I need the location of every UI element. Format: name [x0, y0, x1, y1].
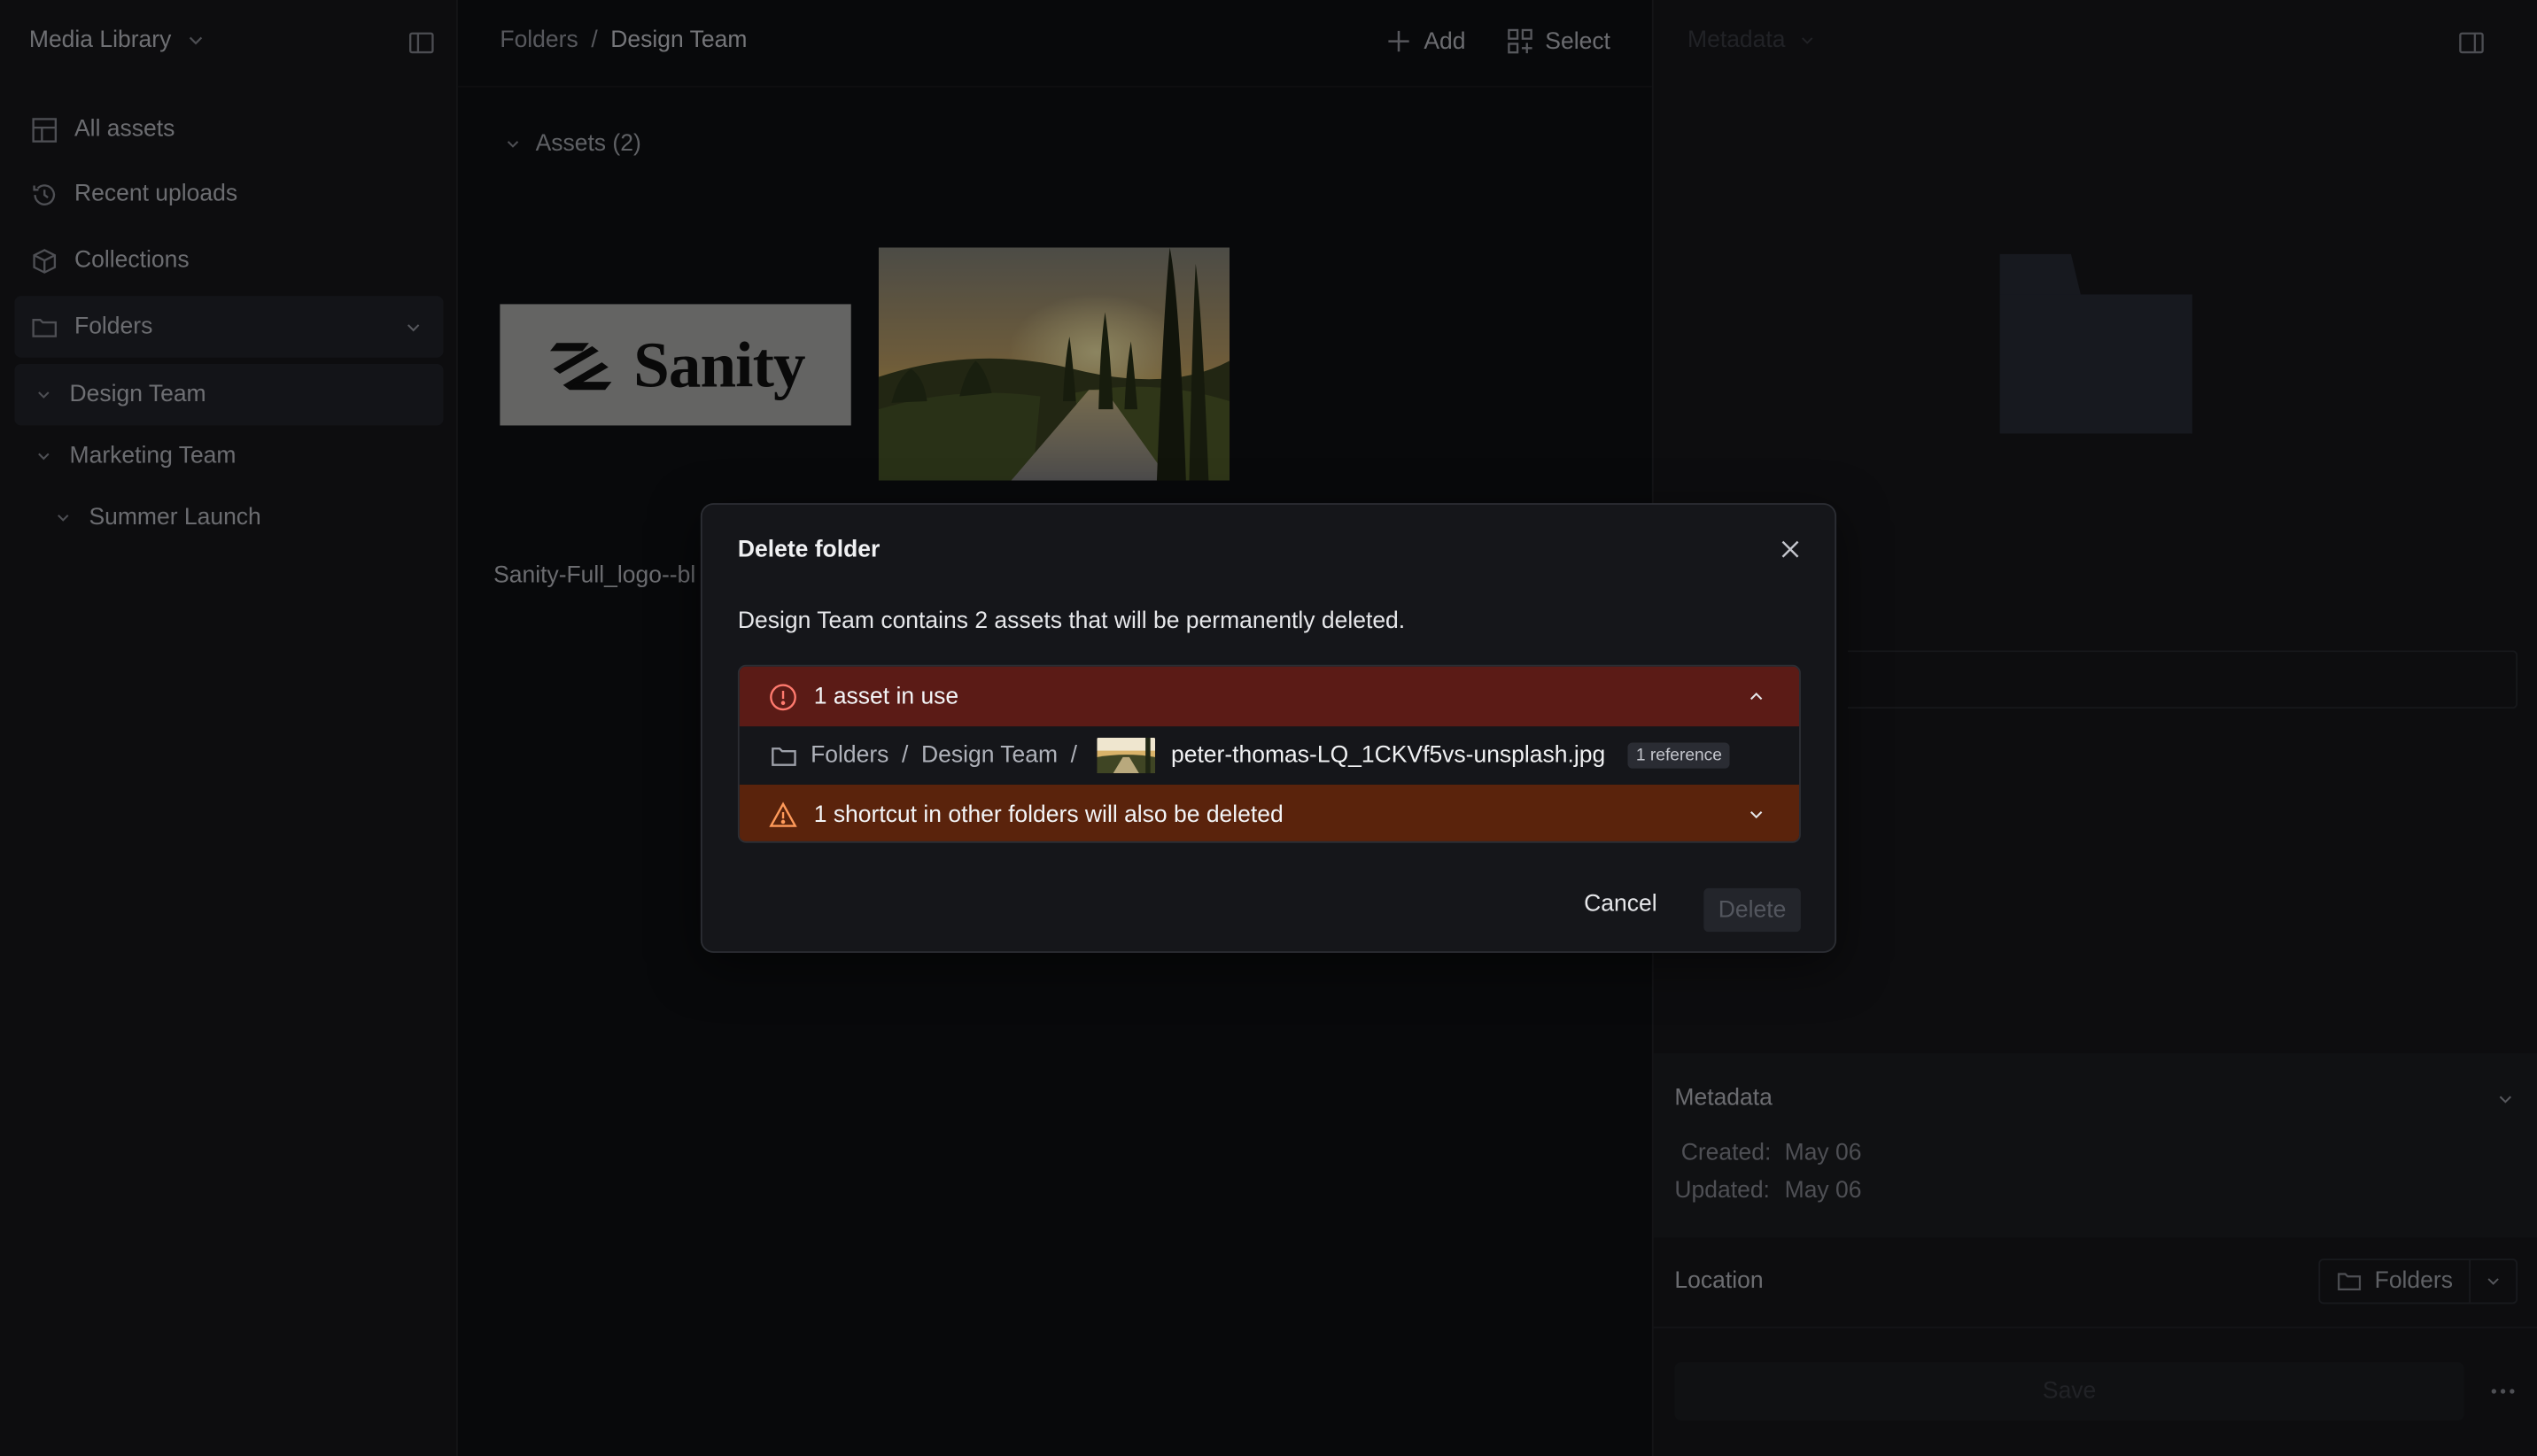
close-icon[interactable] — [1778, 537, 1802, 561]
ref-path-folders: Folders — [811, 742, 889, 769]
dialog-message: Design Team contains 2 assets that will … — [737, 608, 1406, 635]
shortcut-warning-label: 1 shortcut in other folders will also be… — [813, 802, 1284, 828]
error-circle-icon — [769, 682, 798, 711]
ref-path-separator: / — [1070, 742, 1078, 769]
ref-path-folder: Design Team — [920, 742, 1059, 769]
asset-in-use-label: 1 asset in use — [813, 683, 959, 710]
shortcut-warning-row[interactable]: 1 shortcut in other folders will also be… — [739, 784, 1800, 841]
delete-button[interactable]: Delete — [1703, 887, 1801, 933]
chevron-down-icon — [1746, 804, 1767, 825]
ref-image-thumbnail — [1096, 737, 1155, 774]
delete-folder-dialog: Delete folder Design Team contains 2 ass… — [700, 503, 1837, 953]
ref-path-separator: / — [902, 742, 909, 769]
reference-row[interactable]: Folders / Design Team / peter-thomas-LQ_… — [739, 726, 1800, 785]
ref-filename: peter-thomas-LQ_1CKVf5vs-unsplash.jpg — [1170, 742, 1606, 769]
asset-in-use-row[interactable]: 1 asset in use — [739, 666, 1800, 727]
dialog-title: Delete folder — [737, 537, 881, 563]
reference-count-badge: 1 reference — [1627, 742, 1731, 769]
folder-icon — [770, 742, 797, 770]
cancel-button[interactable]: Cancel — [1584, 892, 1656, 918]
chevron-up-icon — [1746, 686, 1767, 708]
warning-triangle-icon — [769, 800, 798, 829]
warning-box: 1 asset in use Folders / Design Team / p… — [737, 664, 1801, 843]
